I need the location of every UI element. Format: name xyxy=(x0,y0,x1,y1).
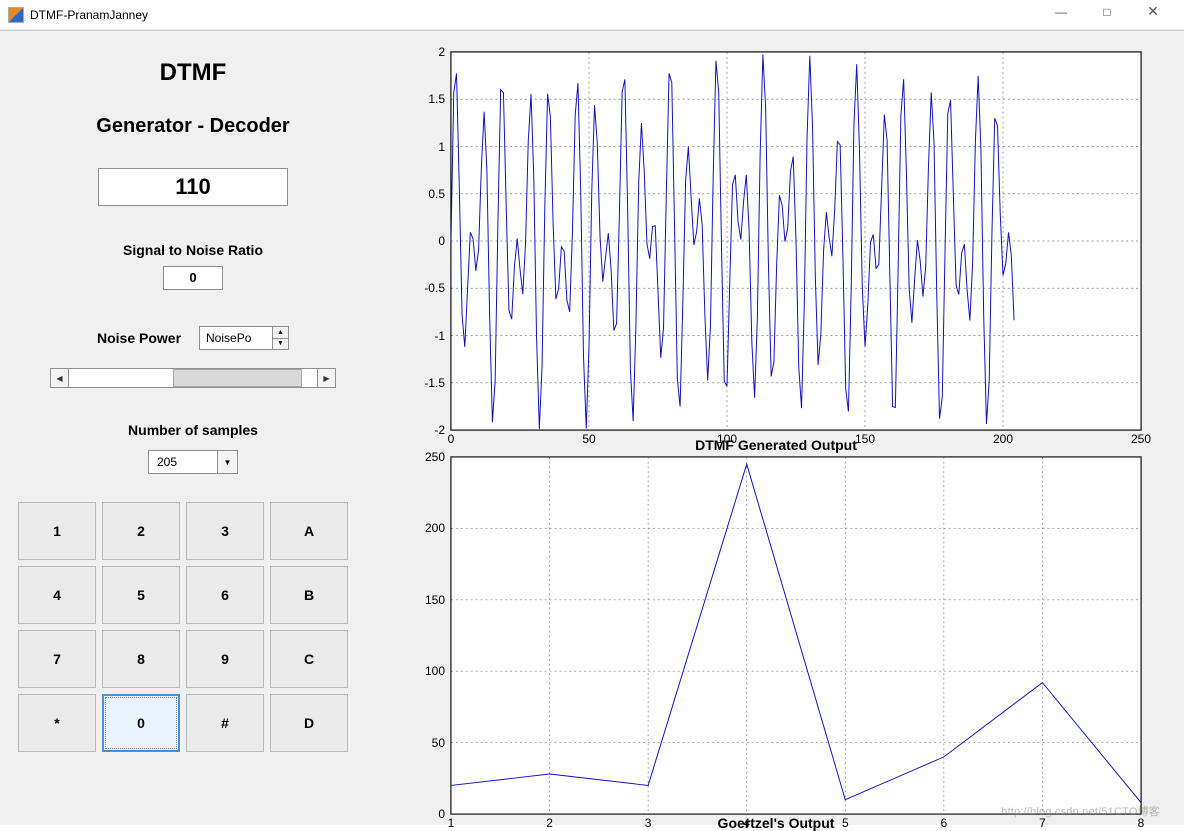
keypad-key-7[interactable]: 7 xyxy=(18,630,96,688)
display-output: 110 xyxy=(98,168,288,206)
keypad-key-8[interactable]: 8 xyxy=(102,630,180,688)
xtick-label: 200 xyxy=(993,432,1013,446)
ytick-label: 2 xyxy=(438,45,445,59)
keypad-key-3[interactable]: 3 xyxy=(186,502,264,560)
ytick-label: 50 xyxy=(432,736,445,750)
keypad-key-*[interactable]: * xyxy=(18,694,96,752)
slider-track[interactable] xyxy=(69,369,317,387)
snr-value: 0 xyxy=(163,266,223,290)
keypad-key-A[interactable]: A xyxy=(270,502,348,560)
ytick-label: 0 xyxy=(438,807,445,821)
noise-power-label: Noise Power xyxy=(97,330,181,346)
ytick-label: 200 xyxy=(425,521,445,535)
xtick-label: 6 xyxy=(941,816,948,830)
dropdown-arrow-icon[interactable]: ▼ xyxy=(217,451,237,473)
app-icon xyxy=(8,7,24,23)
slider-left-arrow-icon[interactable]: ◀ xyxy=(51,369,69,387)
minimize-button[interactable]: — xyxy=(1038,0,1084,27)
xtick-label: 0 xyxy=(448,432,455,446)
samples-label: Number of samples xyxy=(18,422,368,438)
spinner-down-icon[interactable]: ▼ xyxy=(273,339,288,350)
ytick-label: 0.5 xyxy=(428,187,445,201)
controls-panel: DTMF Generator - Decoder 110 Signal to N… xyxy=(18,41,368,815)
ytick-label: -1.5 xyxy=(424,376,445,390)
ytick-label: 1 xyxy=(438,140,445,154)
ytick-label: 0 xyxy=(438,234,445,248)
xtick-label: 1 xyxy=(448,816,455,830)
ytick-label: 150 xyxy=(425,593,445,607)
keypad: 123A 456B 789C *0#D xyxy=(18,502,368,752)
keypad-key-2[interactable]: 2 xyxy=(102,502,180,560)
window-title: DTMF-PranamJanney xyxy=(30,8,1038,22)
plot-dtmf-output: -2-1.5-1-0.500.511.52050100150200250 xyxy=(450,51,1142,431)
keypad-key-5[interactable]: 5 xyxy=(102,566,180,624)
xtick-label: 250 xyxy=(1131,432,1151,446)
keypad-key-9[interactable]: 9 xyxy=(186,630,264,688)
watermark: http://blog.csdn.net/51CTO博客 xyxy=(1001,803,1160,819)
spinner-up-icon[interactable]: ▲ xyxy=(273,327,288,339)
maximize-button[interactable]: □ xyxy=(1084,0,1130,27)
ytick-label: -0.5 xyxy=(424,281,445,295)
ytick-label: 250 xyxy=(425,450,445,464)
keypad-key-1[interactable]: 1 xyxy=(18,502,96,560)
ytick-label: 100 xyxy=(425,664,445,678)
window-titlebar: DTMF-PranamJanney — □ ✕ xyxy=(0,0,1184,30)
ytick-label: 1.5 xyxy=(428,92,445,106)
plots-panel: -2-1.5-1-0.500.511.52050100150200250 DTM… xyxy=(390,41,1162,815)
keypad-key-6[interactable]: 6 xyxy=(186,566,264,624)
title-sub: Generator - Decoder xyxy=(18,115,368,138)
noise-power-slider[interactable]: ◀ ▶ xyxy=(50,368,336,388)
ytick-label: -2 xyxy=(434,423,445,437)
close-button[interactable]: ✕ xyxy=(1130,0,1176,27)
xtick-label: 50 xyxy=(582,432,595,446)
plot-goertzel-title: Goertzel's Output xyxy=(718,815,835,831)
slider-thumb[interactable] xyxy=(173,369,302,387)
keypad-key-B[interactable]: B xyxy=(270,566,348,624)
xtick-label: 5 xyxy=(842,816,849,830)
plot-dtmf-title: DTMF Generated Output xyxy=(695,437,857,453)
keypad-key-D[interactable]: D xyxy=(270,694,348,752)
slider-right-arrow-icon[interactable]: ▶ xyxy=(317,369,335,387)
noise-power-spinner-text: NoisePo xyxy=(206,331,251,345)
xtick-label: 2 xyxy=(546,816,553,830)
keypad-key-C[interactable]: C xyxy=(270,630,348,688)
plot-goertzel-output: 05010015020025012345678 xyxy=(450,456,1142,815)
keypad-key-4[interactable]: 4 xyxy=(18,566,96,624)
keypad-key-0[interactable]: 0 xyxy=(102,694,180,752)
snr-label: Signal to Noise Ratio xyxy=(18,242,368,258)
xtick-label: 150 xyxy=(855,432,875,446)
noise-power-spinner[interactable]: NoisePo ▲ ▼ xyxy=(199,326,289,350)
app-body: DTMF Generator - Decoder 110 Signal to N… xyxy=(0,30,1184,825)
ytick-label: -1 xyxy=(434,329,445,343)
samples-dropdown[interactable]: 205 ▼ xyxy=(148,450,238,474)
keypad-key-#[interactable]: # xyxy=(186,694,264,752)
samples-value: 205 xyxy=(157,455,177,469)
xtick-label: 3 xyxy=(645,816,652,830)
title-main: DTMF xyxy=(18,59,368,87)
